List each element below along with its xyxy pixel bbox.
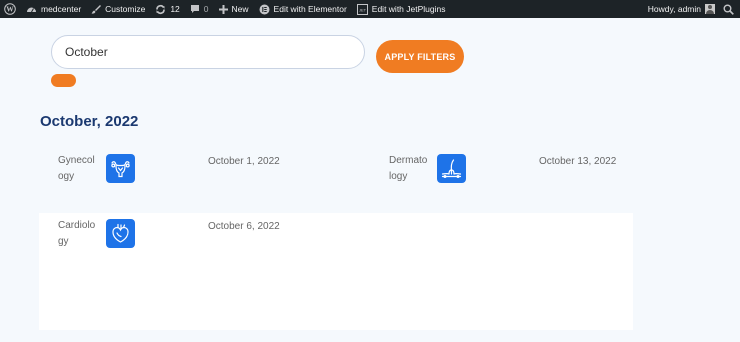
updates-link[interactable]: 12 <box>150 0 184 18</box>
jetplugins-icon: JET <box>356 3 368 15</box>
svg-text:W: W <box>6 5 14 14</box>
heart-icon <box>106 219 135 248</box>
avatar <box>705 4 715 14</box>
my-account-link[interactable]: Howdy, admin <box>643 0 718 18</box>
comment-icon <box>190 5 199 13</box>
updates-count: 12 <box>170 4 180 14</box>
plus-icon <box>218 4 228 14</box>
comments-link[interactable]: 0 <box>185 0 214 18</box>
search-input[interactable] <box>51 35 365 69</box>
specialty-name: Gynecology <box>58 155 95 182</box>
new-content-link[interactable]: New <box>214 0 254 18</box>
elementor-icon <box>259 4 270 14</box>
dashboard-icon <box>27 7 36 12</box>
updates-icon <box>156 4 166 14</box>
event-date: October 13, 2022 <box>539 156 617 167</box>
wordpress-icon: W <box>4 3 16 15</box>
elementor-label: Edit with Elementor <box>273 4 347 14</box>
admin-bar-search-button[interactable] <box>718 0 740 18</box>
skin-hair-icon <box>437 154 466 183</box>
svg-text:JET: JET <box>359 7 367 12</box>
filter-toggle-button[interactable] <box>51 74 76 87</box>
admin-bar: W medcenter Customize 12 0 New Edit with… <box>0 0 740 18</box>
greeting-text: Howdy, admin <box>647 4 701 14</box>
comments-count: 0 <box>203 4 209 14</box>
edit-with-elementor-link[interactable]: Edit with Elementor <box>254 0 352 18</box>
site-name-link[interactable]: medcenter <box>21 0 86 18</box>
edit-with-jetplugins-link[interactable]: JET Edit with JetPlugins <box>352 0 451 18</box>
specialty-name: Cardiology <box>58 220 96 247</box>
brush-icon <box>91 5 102 14</box>
search-icon <box>723 4 734 15</box>
customize-link[interactable]: Customize <box>86 0 150 18</box>
wordpress-logo-button[interactable]: W <box>0 0 21 18</box>
site-name: medcenter <box>41 4 82 14</box>
customize-label: Customize <box>105 4 146 14</box>
jetplugins-label: Edit with JetPlugins <box>371 4 446 14</box>
apply-filters-button[interactable]: APPLY FILTERS <box>376 40 464 73</box>
event-date: October 6, 2022 <box>208 221 280 232</box>
month-heading: October, 2022 <box>40 113 139 130</box>
event-date: October 1, 2022 <box>208 156 280 167</box>
specialty-name: Dermatology <box>389 155 428 182</box>
uterus-icon <box>106 154 135 183</box>
new-label: New <box>231 4 249 14</box>
